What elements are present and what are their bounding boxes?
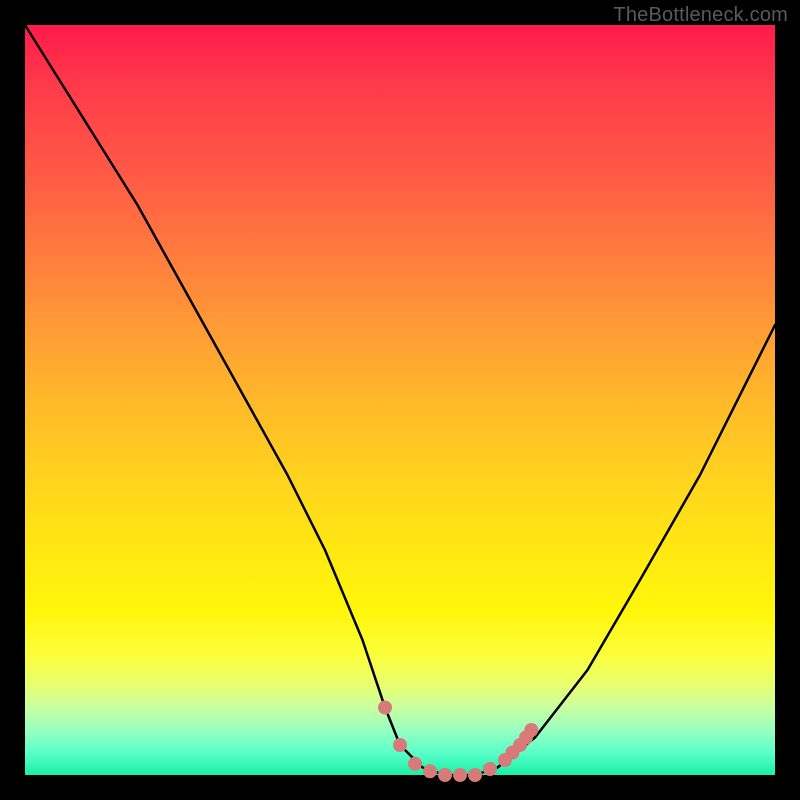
watermark-text: TheBottleneck.com: [613, 4, 788, 27]
gradient-plot-area: [25, 25, 775, 775]
